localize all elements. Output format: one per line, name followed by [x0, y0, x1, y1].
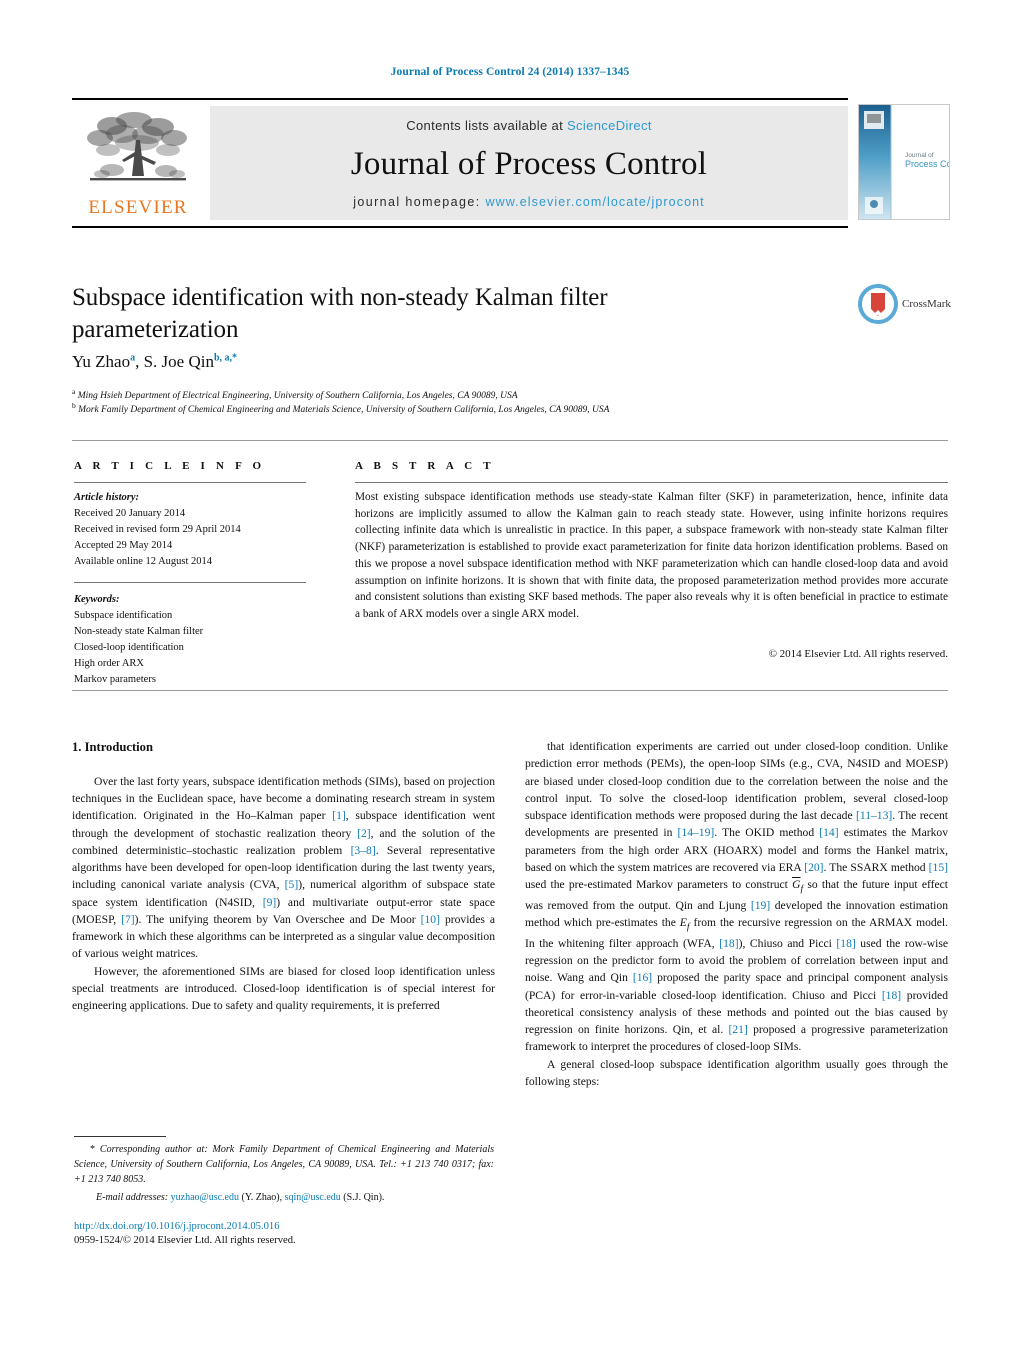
journal-cover-image: Journal of Process Control: [859, 105, 949, 219]
paragraph: that identification experiments are carr…: [525, 740, 949, 1054]
corresponding-author-marker: *: [90, 1144, 95, 1155]
info-section-bottom-rule: [72, 690, 948, 691]
affil-marker-b: b, a,: [213, 352, 233, 364]
citation-ref[interactable]: [18]: [836, 937, 855, 950]
crossmark-icon: [858, 284, 898, 324]
svg-text:Process Control: Process Control: [905, 159, 949, 169]
email-link-1[interactable]: yuzhao@usc.edu: [171, 1192, 239, 1203]
running-head: Journal of Process Control 24 (2014) 133…: [390, 66, 630, 78]
corresponding-marker: *: [232, 352, 238, 364]
keyword-item: Subspace identification: [74, 609, 173, 621]
corresponding-author-text: Corresponding author at: Mork Family Dep…: [74, 1144, 495, 1186]
journal-homepage-line: journal homepage: www.elsevier.com/locat…: [353, 195, 705, 209]
keyword-item: Non-steady state Kalman filter: [74, 625, 204, 637]
issn-copyright-line: 0959-1524/© 2014 Elsevier Ltd. All right…: [74, 1235, 296, 1246]
history-item: Received in revised form 29 April 2014: [74, 523, 241, 535]
sciencedirect-link[interactable]: ScienceDirect: [567, 118, 652, 133]
homepage-prefix: journal homepage:: [353, 195, 486, 209]
footnote-block: * Corresponding author at: Mork Family D…: [74, 1142, 494, 1205]
journal-masthead: ELSEVIER Contents lists available at Sci…: [72, 98, 848, 228]
history-item: Received 20 January 2014: [74, 507, 186, 519]
journal-homepage-link[interactable]: www.elsevier.com/locate/jprocont: [485, 195, 704, 209]
affil-sup-a: a: [72, 387, 76, 396]
citation-ref[interactable]: [3–8]: [351, 844, 376, 857]
copyright-line: © 2014 Elsevier Ltd. All rights reserved…: [768, 648, 948, 660]
citation-ref[interactable]: [7]: [121, 913, 135, 926]
email-owner-1: (Y. Zhao),: [241, 1191, 283, 1203]
elsevier-wordmark: ELSEVIER: [88, 197, 188, 218]
citation-ref[interactable]: [10]: [421, 913, 440, 926]
info-heading-rule: [74, 482, 306, 483]
paragraph: Over the last forty years, subspace iden…: [72, 774, 496, 961]
history-item: Available online 12 August 2014: [74, 555, 213, 567]
crossmark-label: CrossMark: [902, 298, 951, 310]
citation-ref[interactable]: [14]: [819, 826, 838, 839]
citation-ref[interactable]: [18]: [719, 937, 738, 950]
footnote-rule: [74, 1136, 166, 1137]
abstract-heading: A B S T R A C T: [355, 460, 495, 472]
citation-ref[interactable]: [14–19]: [678, 826, 715, 839]
affiliation-b: b Mork Family Department of Chemical Eng…: [72, 400, 892, 417]
info-section-top-rule: [72, 440, 948, 441]
email-link-2[interactable]: sqin@usc.edu: [285, 1192, 341, 1203]
elsevier-logo: ELSEVIER: [72, 106, 204, 220]
body-column-left: 1. Introduction Over the last forty year…: [72, 738, 495, 1014]
keywords-label: Keywords:: [74, 593, 120, 605]
contents-prefix: Contents lists available at: [406, 118, 568, 133]
info-divider: [74, 581, 306, 583]
citation-ref[interactable]: [1]: [332, 809, 346, 822]
citation-ref[interactable]: [9]: [263, 896, 277, 909]
email-owner-2: (S.J. Qin).: [343, 1191, 385, 1203]
paragraph: However, the aforementioned SIMs are bia…: [72, 964, 495, 1013]
email-label: E-mail addresses:: [96, 1191, 169, 1203]
history-item: Accepted 29 May 2014: [74, 539, 173, 551]
contents-available-line: Contents lists available at ScienceDirec…: [406, 118, 652, 133]
elsevier-tree-icon: [87, 112, 187, 181]
affil-sup-b: b: [72, 401, 76, 410]
keyword-item: Markov parameters: [74, 673, 156, 685]
citation-ref[interactable]: [15]: [929, 861, 948, 874]
affil-marker-a: a: [130, 352, 136, 364]
body-column-right: that identification experiments are carr…: [525, 738, 948, 1090]
citation-ref[interactable]: [21]: [729, 1023, 748, 1036]
svg-text:Journal of: Journal of: [905, 152, 934, 159]
article-info-heading: A R T I C L E I N F O: [74, 460, 266, 472]
citation-ref[interactable]: [18]: [882, 989, 901, 1002]
citation-ref[interactable]: [5]: [285, 878, 299, 891]
article-info-block: Article history: Received 20 January 201…: [74, 490, 310, 687]
citation-ref[interactable]: [16]: [633, 971, 652, 984]
section-heading-introduction: 1. Introduction: [72, 740, 153, 754]
affiliation-b-text: Mork Family Department of Chemical Engin…: [78, 405, 610, 416]
paper-page: Journal of Process Control 24 (2014) 133…: [0, 0, 1020, 1351]
abstract-text: Most existing subspace identification me…: [355, 491, 948, 621]
page-title: Subspace identification with non-steady …: [72, 284, 608, 343]
paragraph: A general closed-loop subspace identific…: [525, 1057, 948, 1088]
keyword-item: High order ARX: [74, 657, 144, 669]
masthead-panel: Contents lists available at ScienceDirec…: [210, 106, 848, 220]
author-list: Yu Zhaoa, S. Joe Qinb, a,*: [72, 352, 238, 371]
journal-cover-thumbnail: Journal of Process Control: [858, 104, 950, 220]
article-history-label: Article history:: [74, 492, 140, 503]
abstract-heading-rule: [355, 482, 948, 483]
citation-ref[interactable]: [20]: [804, 861, 823, 874]
citation-ref[interactable]: [2]: [357, 827, 371, 840]
citation-ref[interactable]: [11–13]: [856, 809, 892, 822]
journal-title: Journal of Process Control: [350, 145, 708, 182]
keyword-item: Closed-loop identification: [74, 641, 184, 653]
crossmark-badge[interactable]: CrossMark: [858, 280, 958, 328]
citation-ref[interactable]: [19]: [751, 899, 770, 912]
